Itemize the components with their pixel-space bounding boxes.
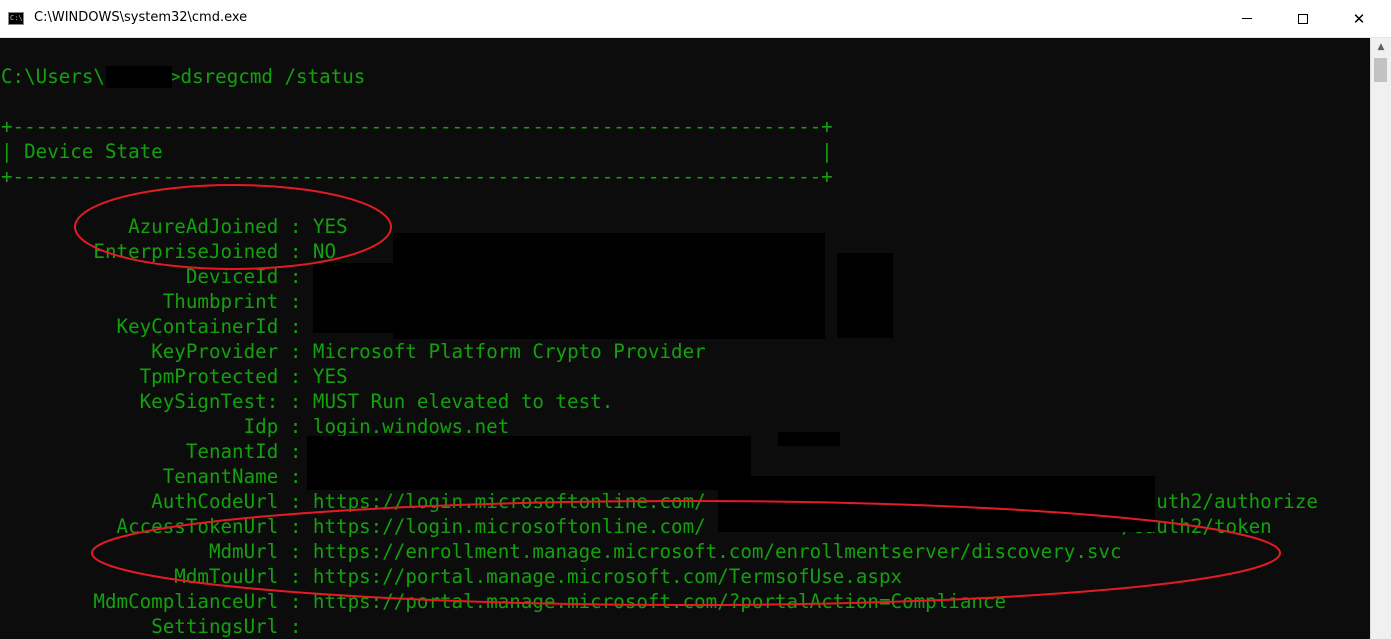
state-row: KeyProvider : Microsoft Platform Crypto …: [1, 339, 706, 364]
redaction-block: [837, 253, 893, 338]
row-key: TpmProtected: [139, 365, 279, 388]
row-indent: [1, 565, 174, 588]
row-separator: :: [278, 290, 313, 313]
row-key: KeyContainerId: [116, 315, 279, 338]
vertical-scrollbar[interactable]: ▲: [1370, 38, 1391, 639]
state-row: KeyContainerId :: [1, 314, 313, 339]
row-separator: :: [278, 515, 313, 538]
row-value: login.windows.net: [312, 415, 510, 438]
row-separator: :: [278, 590, 313, 613]
state-row: TenantId :: [1, 439, 313, 464]
row-separator: :: [278, 265, 313, 288]
console-icon[interactable]: C:\: [8, 12, 24, 25]
row-indent: [1, 290, 163, 313]
row-value: NO: [312, 240, 337, 263]
row-indent: [1, 215, 128, 238]
state-row: MdmComplianceUrl : https://portal.manage…: [1, 589, 1006, 614]
row-indent: [1, 590, 93, 613]
row-indent: [1, 340, 151, 363]
row-separator: :: [278, 565, 313, 588]
row-key: AzureAdJoined: [128, 215, 279, 238]
redaction-device-ids: [393, 233, 825, 339]
redaction-thumbprint: [313, 263, 395, 333]
row-key: KeySignTest:: [139, 390, 279, 413]
minimize-button[interactable]: [1224, 0, 1270, 37]
row-key: Thumbprint: [162, 290, 279, 313]
row-key: MdmTouUrl: [174, 565, 279, 588]
row-key: DeviceId: [185, 265, 279, 288]
row-separator: :: [278, 615, 313, 638]
row-separator: :: [278, 540, 313, 563]
row-separator: :: [278, 340, 313, 363]
row-value: https://portal.manage.microsoft.com/?por…: [312, 590, 1007, 613]
state-row: TpmProtected : YES: [1, 364, 348, 389]
state-row: AzureAdJoined : YES: [1, 214, 348, 239]
redaction-username: [106, 66, 172, 88]
window-title: C:\WINDOWS\system32\cmd.exe: [34, 10, 248, 25]
row-indent: [1, 440, 186, 463]
row-separator: :: [278, 415, 313, 438]
maximize-icon: [1298, 13, 1308, 24]
state-row: KeySignTest: : MUST Run elevated to test…: [1, 389, 614, 414]
row-key: MdmComplianceUrl: [93, 590, 279, 613]
redaction-tenant-url: [718, 476, 1155, 532]
row-separator: :: [278, 390, 313, 413]
row-value: YES: [312, 215, 348, 238]
row-value: https://portal.manage.microsoft.com/Term…: [312, 565, 903, 588]
row-key: AccessTokenUrl: [116, 515, 279, 538]
row-indent: [1, 515, 117, 538]
row-indent: [1, 490, 151, 513]
state-row: SettingsUrl :: [1, 614, 313, 639]
header-title: | Device State |: [1, 140, 833, 163]
console-output[interactable]: C:\Users\ >dsregcmd /status +------------…: [0, 38, 1370, 639]
scroll-thumb[interactable]: [1374, 58, 1387, 82]
row-key: Idp: [243, 415, 279, 438]
minimize-icon: [1242, 18, 1252, 19]
row-key: EnterpriseJoined: [93, 240, 279, 263]
row-separator: :: [278, 215, 313, 238]
row-value: YES: [312, 365, 348, 388]
row-separator: :: [278, 490, 313, 513]
row-key: MdmUrl: [208, 540, 279, 563]
row-indent: [1, 540, 209, 563]
state-row: TenantName :: [1, 464, 313, 489]
row-indent: [1, 315, 117, 338]
row-key: AuthCodeUrl: [151, 490, 279, 513]
row-indent: [1, 265, 186, 288]
row-indent: [1, 240, 93, 263]
title-bar[interactable]: C:\ C:\WINDOWS\system32\cmd.exe ✕: [0, 0, 1391, 38]
row-key: TenantId: [185, 440, 279, 463]
row-value: https://enrollment.manage.microsoft.com/…: [312, 540, 1122, 563]
row-indent: [1, 465, 163, 488]
row-separator: :: [278, 315, 313, 338]
header-border-top: +---------------------------------------…: [1, 115, 833, 138]
prompt-command: >dsregcmd /status: [168, 65, 366, 88]
state-row: MdmTouUrl : https://portal.manage.micros…: [1, 564, 902, 589]
state-row: Thumbprint :: [1, 289, 313, 314]
redaction-tenant: [307, 436, 751, 490]
row-key: KeyProvider: [151, 340, 279, 363]
state-row: MdmUrl : https://enrollment.manage.micro…: [1, 539, 1122, 564]
row-indent: [1, 365, 140, 388]
header-border-bottom: +---------------------------------------…: [1, 165, 833, 188]
row-value: MUST Run elevated to test.: [312, 390, 614, 413]
scroll-up-icon[interactable]: ▲: [1371, 38, 1391, 56]
row-indent: [1, 390, 140, 413]
prompt-path: C:\Users\: [1, 65, 105, 88]
close-icon: ✕: [1352, 9, 1366, 28]
redaction-small: [778, 432, 840, 446]
row-separator: :: [278, 365, 313, 388]
maximize-button[interactable]: [1280, 0, 1326, 37]
row-separator: :: [278, 240, 313, 263]
state-row: DeviceId :: [1, 264, 313, 289]
row-indent: [1, 615, 151, 638]
row-key: SettingsUrl: [151, 615, 279, 638]
prompt-line: C:\Users\ >dsregcmd /status: [1, 64, 365, 89]
row-indent: [1, 415, 244, 438]
state-row: EnterpriseJoined : NO: [1, 239, 336, 264]
row-key: TenantName: [162, 465, 279, 488]
row-value: Microsoft Platform Crypto Provider: [312, 340, 706, 363]
close-button[interactable]: ✕: [1336, 0, 1382, 37]
